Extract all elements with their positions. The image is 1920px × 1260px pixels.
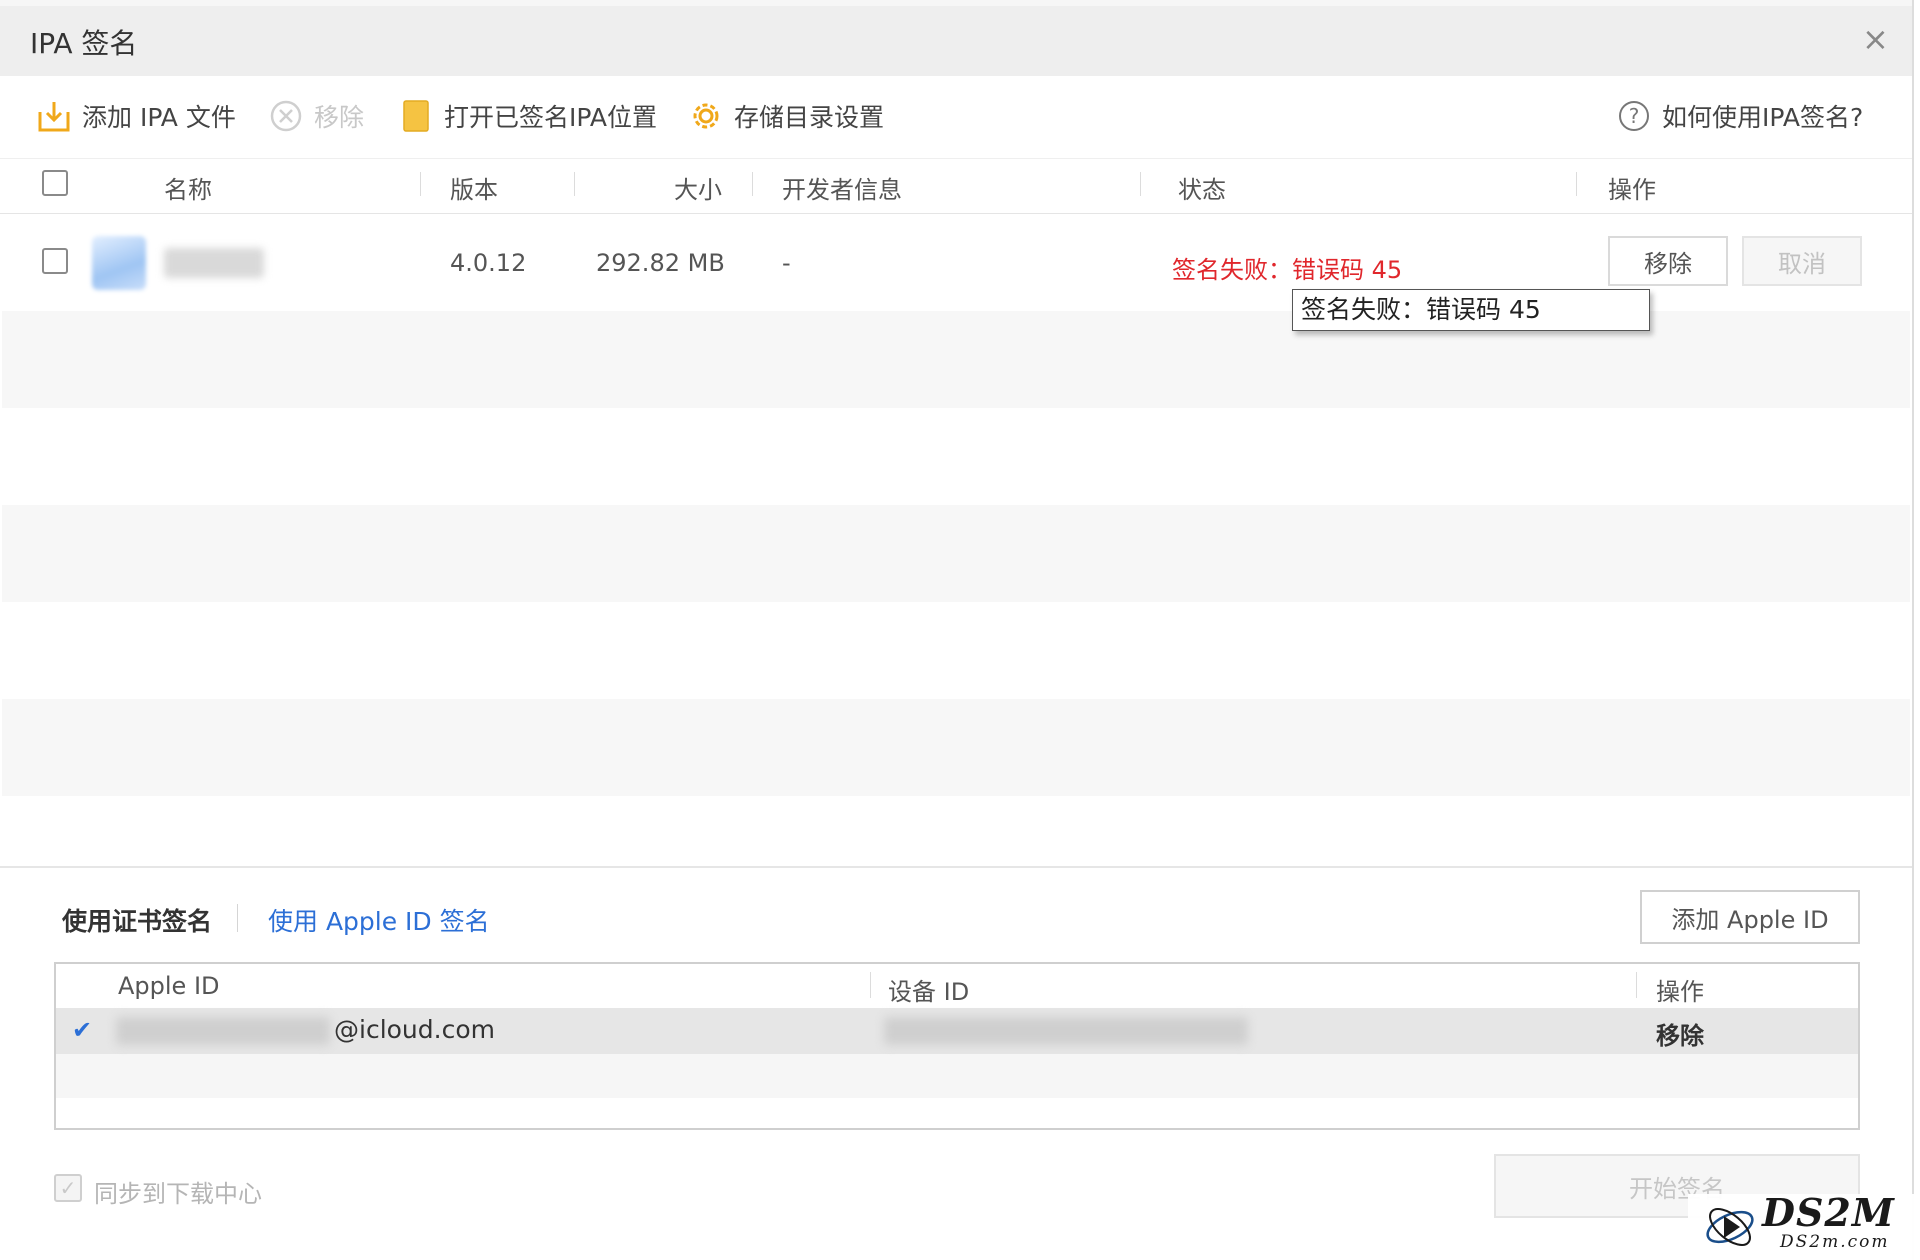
watermark-logo-icon xyxy=(1700,1198,1760,1260)
tab-apple-id-sign[interactable]: 使用 Apple ID 签名 xyxy=(268,902,490,938)
header-separator xyxy=(1576,172,1577,196)
grid-header-device-id: 设备 ID xyxy=(888,978,970,1006)
open-signed-location-button[interactable]: 打开已签名IPA位置 xyxy=(398,97,657,135)
gear-icon xyxy=(688,98,724,134)
panel-divider xyxy=(0,866,1912,868)
device-id-blurred xyxy=(884,1017,1248,1045)
grid-header-actions: 操作 xyxy=(1656,978,1704,1006)
row-size: 292.82 MB xyxy=(596,249,725,277)
sync-checkbox[interactable]: ✓ xyxy=(54,1174,82,1202)
header-separator xyxy=(752,172,753,196)
empty-row xyxy=(2,408,1910,505)
row-developer: - xyxy=(782,249,791,277)
header-version[interactable]: 版本 xyxy=(450,170,498,205)
add-apple-id-button[interactable]: 添加 Apple ID xyxy=(1640,890,1860,944)
svg-text:?: ? xyxy=(1629,104,1640,128)
header-separator xyxy=(1140,172,1141,196)
tab-separator xyxy=(237,904,238,932)
grid-header-separator xyxy=(870,972,871,998)
header-status[interactable]: 状态 xyxy=(1178,170,1226,205)
grid-header-apple-id: Apple ID xyxy=(118,972,220,1000)
empty-row xyxy=(2,699,1910,796)
storage-settings-label: 存储目录设置 xyxy=(734,103,885,132)
app-icon-blurred xyxy=(92,236,146,290)
selected-check-icon: ✔ xyxy=(72,1016,93,1044)
header-name[interactable]: 名称 xyxy=(164,170,212,205)
title-bar xyxy=(0,0,1912,76)
apple-id-remove-link[interactable]: 移除 xyxy=(1656,1016,1704,1051)
header-separator xyxy=(574,172,575,196)
add-file-icon xyxy=(36,98,72,134)
remove-label: 移除 xyxy=(314,103,365,132)
row-remove-button[interactable]: 移除 xyxy=(1608,236,1728,286)
header-actions: 操作 xyxy=(1608,176,1656,204)
dialog-title: IPA 签名 xyxy=(30,27,138,60)
row-version: 4.0.12 xyxy=(450,249,527,277)
apple-id-suffix: @icloud.com xyxy=(334,1015,495,1044)
folder-icon xyxy=(398,98,434,134)
remove-button[interactable]: 移除 xyxy=(268,97,364,135)
row-checkbox[interactable] xyxy=(42,248,68,274)
sync-label: 同步到下载中心 xyxy=(94,1180,262,1208)
app-name-blurred xyxy=(164,248,264,278)
add-ipa-label: 添加 IPA 文件 xyxy=(82,103,236,132)
empty-grid-row xyxy=(56,1054,1858,1098)
watermark-domain: DS2m.com xyxy=(1780,1232,1890,1252)
empty-row xyxy=(2,505,1910,602)
open-signed-location-label: 打开已签名IPA位置 xyxy=(444,103,657,132)
header-size[interactable]: 大小 xyxy=(674,170,722,205)
row-cancel-button[interactable]: 取消 xyxy=(1742,236,1862,286)
row-status-error: 签名失败：错误码 45 xyxy=(1172,256,1403,284)
storage-settings-button[interactable]: 存储目录设置 xyxy=(688,97,884,135)
remove-circle-icon xyxy=(268,98,304,134)
add-ipa-button[interactable]: 添加 IPA 文件 xyxy=(36,97,236,135)
watermark-brand: DS2M xyxy=(1762,1190,1895,1235)
close-icon[interactable]: × xyxy=(1862,20,1889,58)
header-separator xyxy=(420,172,421,196)
tab-certificate-sign[interactable]: 使用证书签名 xyxy=(62,902,212,938)
help-label: 如何使用IPA签名? xyxy=(1662,103,1864,132)
empty-row xyxy=(2,602,1910,699)
help-link[interactable]: ? 如何使用IPA签名? xyxy=(1616,97,1863,135)
question-circle-icon: ? xyxy=(1616,98,1652,134)
apple-id-blurred xyxy=(116,1017,330,1045)
header-developer[interactable]: 开发者信息 xyxy=(782,170,902,205)
status-tooltip: 签名失败：错误码 45 xyxy=(1292,289,1650,331)
grid-header-separator xyxy=(1636,972,1637,998)
select-all-checkbox[interactable] xyxy=(42,170,68,196)
